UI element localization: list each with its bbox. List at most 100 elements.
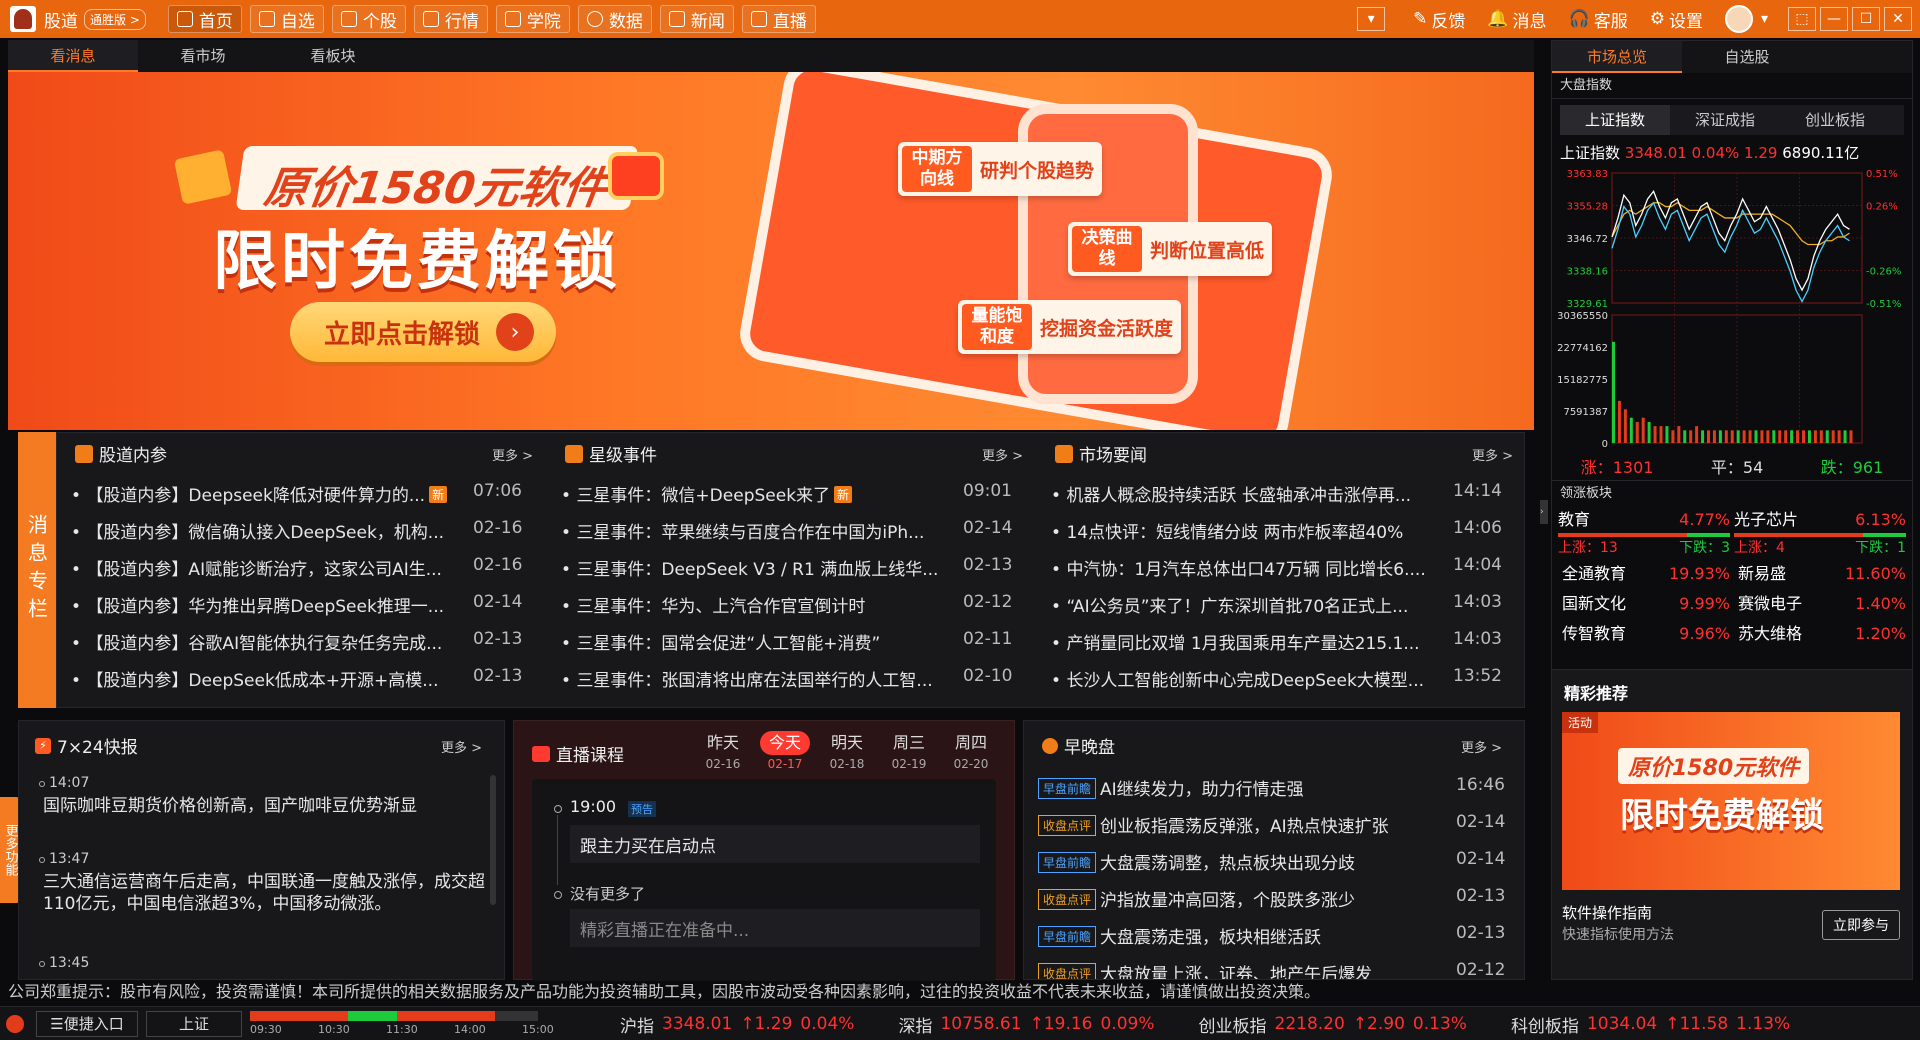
headset-icon: 🎧 — [1568, 9, 1590, 29]
news-item[interactable]: • “AI公务员”来了！广东深圳首批70名正式上... — [1051, 592, 1441, 617]
volume-bar — [1730, 430, 1734, 443]
maximize-button[interactable]: ☐ — [1852, 7, 1880, 31]
news-item[interactable]: • 【股道内参】华为推出昇腾DeepSeek推理一... — [71, 592, 461, 617]
day-tab[interactable]: 明天 02-18 — [816, 731, 878, 771]
message-button[interactable]: 🔔 消息 — [1487, 7, 1546, 32]
tab-market[interactable]: 看市场 — [138, 40, 268, 72]
sector-stock[interactable]: 苏大维格 1.20% — [1734, 619, 1906, 649]
volume-bar — [1766, 430, 1770, 443]
news-item[interactable]: • 三星事件：DeepSeek V3 / R1 满血版上线华... — [561, 555, 951, 580]
live-course-item[interactable]: 跟主力买在启动点 — [570, 825, 980, 863]
volume-tick-label: 30365550 — [1557, 311, 1608, 322]
star-icon — [565, 444, 583, 463]
market_news-more-link[interactable]: 更多 > — [1472, 445, 1513, 464]
skin-button[interactable]: ⬚ — [1788, 7, 1816, 31]
commentary-item[interactable]: 收盘点评 大盘放量上涨，证券、地产午后爆发 — [1038, 960, 1448, 979]
close-button[interactable]: ✕ — [1884, 7, 1912, 31]
nav-stock[interactable]: 个股 — [331, 5, 406, 33]
status-index[interactable]: 科创板指 1034.04 ↑11.58 1.13% — [1511, 1012, 1798, 1037]
news-item[interactable]: • 三星事件：华为、上汽合作官宣倒计时 — [561, 592, 951, 617]
unlock-button[interactable]: 立即点击解锁 › — [290, 302, 556, 362]
nav-home[interactable]: 首页 — [167, 5, 242, 33]
news-item[interactable]: • 三星事件：微信+DeepSeek来了新 — [561, 481, 951, 506]
more-functions-tab[interactable]: 更多功能 — [0, 797, 20, 903]
flash-panel: ⚡ 7×24快报 更多 > 14:07 国际咖啡豆期货价格创新高，国产咖啡豆优势渐显… — [18, 720, 505, 980]
sector-stock[interactable]: 传智教育 9.96% — [1558, 619, 1730, 649]
commentary-item[interactable]: 收盘点评 创业板指震荡反弹涨，AI热点快速扩张 — [1038, 812, 1448, 837]
day-tab[interactable]: 昨天 02-16 — [692, 731, 754, 771]
sector-card[interactable]: 光子芯片 6.13% 上涨：4 下跌：1 新易盛 11.60% 赛微电子 1.40% 苏大维格 1… — [1734, 507, 1906, 649]
news-item[interactable]: • 【股道内参】谷歌AI智能体执行复杂任务完成... — [71, 629, 461, 654]
news-item[interactable]: • 三星事件：国常会促进“人工智能+消费” — [561, 629, 951, 654]
status-index[interactable]: 沪指 3348.01 ↑1.29 0.04% — [620, 1012, 862, 1037]
insider-more-link[interactable]: 更多 > — [492, 445, 533, 464]
promo-banner[interactable]: 原价1580元软件 限时免费解锁 立即点击解锁 › 中期方向线 研判个股趋势 决策曲… — [8, 72, 1534, 430]
avatar-dropdown-icon[interactable]: ▾ — [1761, 11, 1768, 27]
news-item[interactable]: • 三星事件：苹果继续与百度合作在中国为iPh... — [561, 518, 951, 543]
news-item[interactable]: • 【股道内参】微信确认接入DeepSeek，机构... — [71, 518, 461, 543]
nav-star[interactable]: 自选 — [249, 5, 324, 33]
volume-bar — [1665, 426, 1669, 443]
nav-live[interactable]: 直播 — [741, 5, 816, 33]
news-item[interactable]: • 产销量同比双增 1月我国乘用车产量达215.1... — [1051, 629, 1441, 654]
index-tab-cy[interactable]: 创业板指 — [1780, 105, 1890, 135]
commentary-item[interactable]: 早盘前瞻 AI继续发力，助力行情走强 — [1038, 775, 1448, 800]
status-index[interactable]: 深指 10758.61 ↑19.16 0.09% — [898, 1012, 1162, 1037]
day-tab[interactable]: 周四 02-20 — [940, 731, 1002, 771]
intraday-chart[interactable]: 3363.83 3355.28 3346.72 3338.16 3329.61 0.51%… — [1552, 165, 1912, 455]
news-item[interactable]: • 机器人概念股持续活跃 长盛轴承冲击涨停再... — [1051, 481, 1441, 506]
nav-book[interactable]: 学院 — [495, 5, 570, 33]
index-tab-sh[interactable]: 上证指数 — [1560, 105, 1670, 135]
news-date: 02-13 — [473, 666, 523, 686]
news-date: 02-14 — [473, 592, 523, 612]
sector-stock[interactable]: 国新文化 9.99% — [1558, 589, 1730, 619]
sector-stock[interactable]: 新易盛 11.60% — [1734, 559, 1906, 589]
sector-card[interactable]: 教育 4.77% 上涨：13 下跌：3 全通教育 19.93% 国新文化 9.99% 传智教育 9… — [1558, 507, 1730, 649]
sector-stock[interactable]: 赛微电子 1.40% — [1734, 589, 1906, 619]
news-item[interactable]: • 【股道内参】Deepseek降低对硬件算力的... 新 — [71, 481, 461, 506]
news-item[interactable]: • 长沙人工智能创新中心完成DeepSeek大模型... — [1051, 666, 1441, 691]
tab-market-overview[interactable]: 市场总览 — [1552, 41, 1682, 73]
volume-tick-label: 22774162 — [1557, 343, 1608, 354]
tab-news[interactable]: 看消息 — [8, 40, 138, 72]
tab-sector[interactable]: 看板块 — [268, 40, 398, 72]
sidebar-collapse-handle[interactable]: › — [1540, 500, 1548, 524]
news-item[interactable]: • 14点快评：短线情绪分歧 两市炸板率超40% — [1051, 518, 1441, 543]
pre-market-badge: 早盘前瞻 — [1038, 778, 1097, 799]
dropdown-button[interactable]: ▾ — [1357, 7, 1386, 31]
feedback-button[interactable]: ✎ 反馈 — [1413, 7, 1465, 32]
events-title: 星级事件 — [589, 446, 657, 466]
nav-data[interactable]: 数据 — [577, 5, 652, 33]
index-tab-sz[interactable]: 深证成指 — [1670, 105, 1780, 135]
market-select[interactable]: 上证 — [146, 1011, 242, 1037]
avatar[interactable] — [1724, 5, 1753, 33]
service-button[interactable]: 🎧 客服 — [1569, 7, 1628, 32]
top-bar: 股道 通胜版 > 首页 自选 个股 行情 学院 数据 新闻 直播 ▾ ✎ 反馈 🔔 消息 🎧 客服 … — [0, 0, 1920, 38]
minimize-button[interactable]: — — [1820, 7, 1848, 31]
day-tab[interactable]: 周三 02-19 — [878, 731, 940, 771]
news-item[interactable]: • 三星事件：张国清将出席在法国举行的人工智... — [561, 666, 951, 691]
news-item[interactable]: • 【股道内参】AI赋能诊断治疗，这家公司AI生... — [71, 555, 461, 580]
promo-image[interactable]: 活动 原价1580元软件 限时免费解锁 — [1562, 712, 1900, 890]
commentary-item[interactable]: 早盘前瞻 大盘震荡调整，热点板块出现分歧 — [1038, 849, 1448, 874]
edition-badge[interactable]: 通胜版 > — [84, 8, 146, 30]
flash-text[interactable]: 三大通信运营商午后走高，中国联通一度触及涨停，成交超110亿元，中国电信涨超3%… — [43, 871, 493, 915]
pre-market-badge: 早盘前瞻 — [1038, 852, 1097, 873]
commentary-item[interactable]: 收盘点评 沪指放量冲高回落，个股跌多涨少 — [1038, 886, 1448, 911]
nav-chart[interactable]: 行情 — [413, 5, 488, 33]
tab-watchlist[interactable]: 自选股 — [1682, 41, 1812, 73]
day-tab[interactable]: 今天 02-17 — [754, 731, 816, 771]
flash-text[interactable]: 国际咖啡豆期货价格创新高，国产咖啡豆优势渐显 — [43, 795, 493, 817]
settings-button[interactable]: ⚙ 设置 — [1650, 7, 1703, 32]
events-more-link[interactable]: 更多 > — [982, 445, 1023, 464]
status-index[interactable]: 创业板指 2218.20 ↑2.90 0.13% — [1199, 1012, 1475, 1037]
quick-entry-button[interactable]: ☰便捷入口 — [36, 1011, 138, 1037]
news-item[interactable]: • 中汽协：1月汽车总体出口47万辆 同比增长6.... — [1051, 555, 1441, 580]
morning-more-link[interactable]: 更多 > — [1461, 737, 1502, 756]
join-button[interactable]: 立即参与 — [1822, 910, 1900, 940]
nav-news[interactable]: 新闻 — [659, 5, 734, 33]
flash-more-link[interactable]: 更多 > — [441, 737, 482, 756]
sector-stock[interactable]: 全通教育 19.93% — [1558, 559, 1730, 589]
news-item[interactable]: • 【股道内参】DeepSeek低成本+开源+高模... — [71, 666, 461, 691]
commentary-item[interactable]: 早盘前瞻 大盘震荡走强，板块相继活跃 — [1038, 923, 1448, 948]
